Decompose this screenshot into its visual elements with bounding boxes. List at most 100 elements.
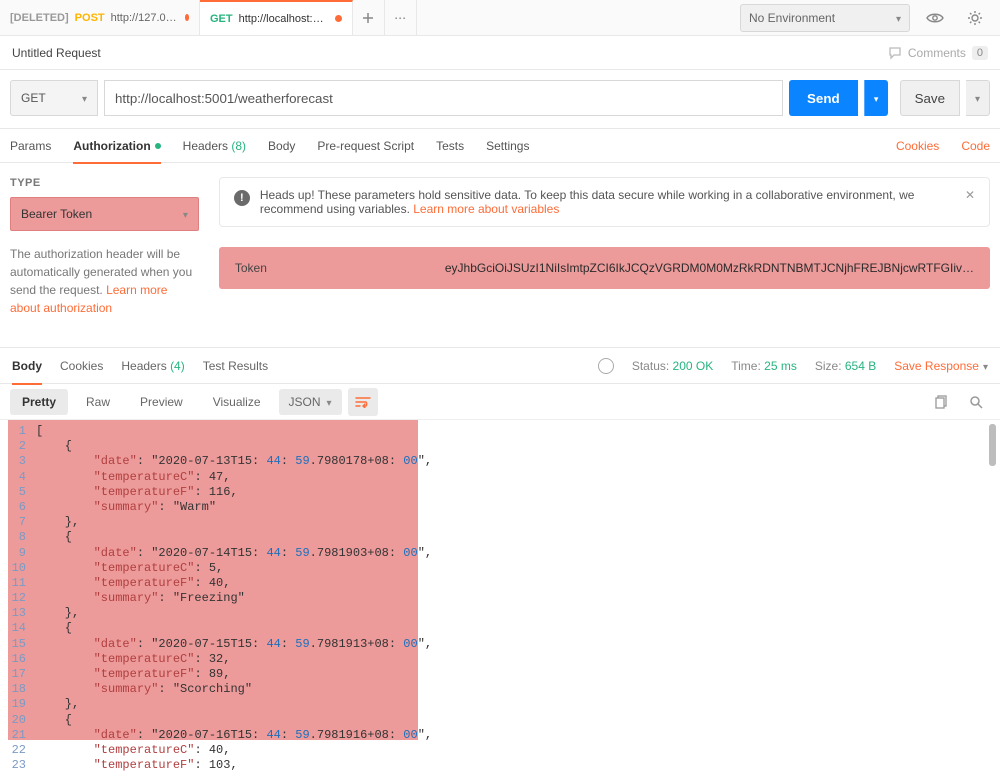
scrollbar[interactable]	[989, 424, 996, 466]
tab-url: http://localhost:5001/weatherf…	[239, 13, 329, 25]
format-select[interactable]: JSON	[279, 389, 342, 415]
close-icon[interactable]: ✕	[965, 188, 975, 202]
tab-deleted-post[interactable]: [DELETED] POST http://127.0.0.1:888…	[0, 0, 200, 35]
tab-prescript[interactable]: Pre-request Script	[317, 129, 414, 163]
request-tabs: Params Authorization Headers (8) Body Pr…	[0, 129, 1000, 163]
notice: ! Heads up! These parameters hold sensit…	[219, 177, 990, 227]
response-head: Body Cookies Headers (4) Test Results St…	[0, 348, 1000, 384]
code-line: 9 "date": "2020-07-14T15: 44: 59.7981903…	[0, 546, 1000, 561]
send-button[interactable]: Send	[789, 80, 858, 116]
notice-text: Heads up! These parameters hold sensitiv…	[260, 188, 915, 216]
auth-type-value: Bearer Token	[21, 207, 92, 221]
code-line: 10 "temperatureC": 5,	[0, 561, 1000, 576]
view-preview[interactable]: Preview	[128, 389, 195, 415]
settings-button[interactable]	[960, 4, 990, 32]
tab-get-weather[interactable]: GET http://localhost:5001/weatherf…	[200, 0, 353, 35]
tab-params[interactable]: Params	[10, 129, 51, 163]
resp-tab-headers[interactable]: Headers (4)	[121, 348, 184, 384]
code-area[interactable]: 1[2 {3 "date": "2020-07-13T15: 44: 59.79…	[0, 420, 1000, 773]
tab-tests[interactable]: Tests	[436, 129, 464, 163]
topbar: [DELETED] POST http://127.0.0.1:888… GET…	[0, 0, 1000, 36]
method-get: GET	[210, 13, 233, 25]
new-tab-button[interactable]	[353, 0, 385, 35]
chevron-down-icon	[874, 91, 879, 105]
copy-button[interactable]	[928, 388, 956, 416]
time-value: 25 ms	[764, 359, 797, 373]
view-visualize[interactable]: Visualize	[201, 389, 273, 415]
code-line: 11 "temperatureF": 40,	[0, 576, 1000, 591]
chevron-down-icon	[896, 11, 901, 25]
environment-select[interactable]: No Environment	[740, 4, 910, 32]
tab-options-button[interactable]: ⋯	[385, 0, 417, 35]
active-dot	[155, 143, 161, 149]
code-line: 15 "date": "2020-07-15T15: 44: 59.798191…	[0, 637, 1000, 652]
code-line: 8 {	[0, 530, 1000, 545]
view-controls: Pretty Raw Preview Visualize JSON	[0, 384, 1000, 420]
chevron-down-icon	[327, 395, 332, 409]
comments-label: Comments	[908, 46, 966, 60]
info-icon: !	[234, 190, 250, 206]
resp-tab-body[interactable]: Body	[12, 348, 42, 384]
unsaved-dot	[335, 15, 342, 22]
page-title: Untitled Request	[12, 46, 101, 60]
quicklook-button[interactable]	[920, 4, 950, 32]
send-dropdown[interactable]	[864, 80, 888, 116]
network-icon[interactable]	[598, 358, 614, 374]
code-line: 7 },	[0, 515, 1000, 530]
learn-vars-link[interactable]: Learn more about variables	[413, 202, 559, 216]
code-line: 4 "temperatureC": 47,	[0, 470, 1000, 485]
method-post: POST	[75, 12, 105, 24]
comments-button[interactable]: Comments 0	[888, 46, 988, 60]
chevron-down-icon	[983, 359, 988, 373]
notice-text-wrap: Heads up! These parameters hold sensitiv…	[260, 188, 955, 216]
environment-value: No Environment	[749, 11, 835, 25]
method-select[interactable]: GET	[10, 80, 98, 116]
token-row: Token eyJhbGciOiJSUzI1NiIsImtpZCI6IkJCQz…	[219, 247, 990, 289]
code-line: 16 "temperatureC": 32,	[0, 652, 1000, 667]
code-line: 20 {	[0, 713, 1000, 728]
tab-headers[interactable]: Headers (8)	[183, 129, 246, 163]
save-response[interactable]: Save Response	[894, 359, 988, 373]
code-line: 23 "temperatureF": 103,	[0, 758, 1000, 773]
save-dropdown[interactable]	[966, 80, 990, 116]
chevron-down-icon	[82, 91, 87, 105]
cookies-link[interactable]: Cookies	[896, 139, 939, 153]
view-pretty[interactable]: Pretty	[10, 389, 68, 415]
time-meta: Time: 25 ms	[731, 359, 797, 373]
request-line: GET Send Save	[0, 70, 1000, 129]
save-button[interactable]: Save	[900, 80, 960, 116]
code-line: 14 {	[0, 621, 1000, 636]
tab-settings[interactable]: Settings	[486, 129, 529, 163]
url-input[interactable]	[104, 80, 783, 116]
deleted-tag: [DELETED]	[10, 12, 69, 24]
code-line: 19 },	[0, 697, 1000, 712]
token-label: Token	[235, 261, 445, 275]
code-line: 18 "summary": "Scorching"	[0, 682, 1000, 697]
format-value: JSON	[289, 395, 321, 409]
code-line: 3 "date": "2020-07-13T15: 44: 59.7980178…	[0, 454, 1000, 469]
code-line: 5 "temperatureF": 116,	[0, 485, 1000, 500]
response-body: 1[2 {3 "date": "2020-07-13T15: 44: 59.79…	[0, 420, 1000, 740]
tab-url: http://127.0.0.1:888…	[111, 12, 179, 24]
wrap-toggle[interactable]	[348, 388, 378, 416]
code-line: 1[	[0, 424, 1000, 439]
view-raw[interactable]: Raw	[74, 389, 122, 415]
resp-tab-tests[interactable]: Test Results	[203, 348, 268, 384]
code-line: 12 "summary": "Freezing"	[0, 591, 1000, 606]
tab-authorization[interactable]: Authorization	[73, 129, 160, 163]
token-value[interactable]: eyJhbGciOiJSUzI1NiIsImtpZCI6IkJCQzVGRDM0…	[445, 261, 974, 275]
comments-count: 0	[972, 46, 988, 60]
type-label: TYPE	[10, 177, 199, 189]
code-link[interactable]: Code	[961, 139, 990, 153]
size-value: 654 B	[845, 359, 876, 373]
size-meta: Size: 654 B	[815, 359, 876, 373]
headers-count: (8)	[231, 139, 246, 153]
search-button[interactable]	[962, 388, 990, 416]
auth-type-select[interactable]: Bearer Token	[10, 197, 199, 231]
topbar-right: No Environment	[730, 0, 1000, 35]
code-line: 13 },	[0, 606, 1000, 621]
tab-label: Headers	[183, 139, 228, 153]
resp-tab-cookies[interactable]: Cookies	[60, 348, 103, 384]
tab-body[interactable]: Body	[268, 129, 295, 163]
code-line: 6 "summary": "Warm"	[0, 500, 1000, 515]
